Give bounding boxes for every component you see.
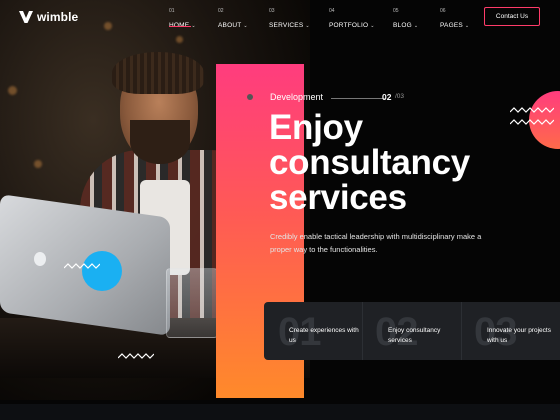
nav-item-label: BLOG [393, 22, 412, 29]
hero-description: Credibly enable tactical leadership with… [270, 232, 482, 254]
bokeh-light [34, 160, 42, 168]
feature-cards: 01 Create experiences with us 02 Enjoy c… [264, 302, 560, 360]
nav-item-number: 05 [393, 8, 399, 14]
slide-indicator: Development 02 /03 [270, 92, 410, 104]
glass [166, 268, 218, 338]
chevron-down-icon: ⌄ [305, 23, 310, 29]
chevron-down-icon: ⌄ [464, 23, 470, 29]
nav-item-number: 01 [169, 8, 175, 14]
nav-item-number: 03 [269, 8, 275, 14]
active-indicator [169, 26, 191, 27]
decor-zigzag [118, 353, 154, 359]
decor-zigzag [64, 263, 100, 269]
hero-section: wimble 01 HOME⌄ 02 ABOUT⌄ 03 SERVICES⌄ 0… [0, 0, 560, 420]
chevron-down-icon: ⌄ [413, 23, 419, 29]
headline-line: Enjoy [269, 108, 363, 147]
nav-item-number: 04 [329, 8, 335, 14]
feature-card[interactable]: 02 Enjoy consultancy services [363, 302, 461, 360]
nav-item-home[interactable]: 01 HOME⌄ [169, 8, 196, 32]
feature-text: Create experiences with us [289, 327, 359, 344]
footer-strip [0, 404, 560, 420]
headline-line: consultancy [269, 143, 470, 182]
slide-current-number: 02 [382, 92, 392, 102]
slide-category: Development [270, 92, 324, 102]
chevron-down-icon: ⌄ [243, 23, 248, 29]
feature-text: Enjoy consultancy services [388, 327, 441, 344]
main-nav: 01 HOME⌄ 02 ABOUT⌄ 03 SERVICES⌄ 04 PORTF… [0, 8, 560, 29]
feature-card[interactable]: 01 Create experiences with us [264, 302, 362, 360]
decor-dot [247, 94, 253, 100]
hero-headline: Enjoy consultancy services [269, 110, 539, 215]
nav-item-number: 02 [218, 8, 224, 14]
nav-item-label: ABOUT [218, 22, 242, 29]
nav-item-label: PORTFOLIO [329, 22, 369, 29]
nav-item-about[interactable]: 02 ABOUT ⌄ [218, 8, 248, 32]
laptop-logo-icon [34, 252, 46, 266]
contact-us-button[interactable]: Contact Us [484, 7, 540, 26]
headline-line: services [269, 178, 407, 217]
bokeh-light [176, 36, 183, 43]
slide-total-number: /03 [395, 93, 405, 100]
nav-item-label: PAGES [440, 22, 463, 29]
person-hair [112, 52, 204, 94]
nav-item-number: 06 [440, 8, 446, 14]
slide-divider [331, 98, 385, 99]
chevron-down-icon: ⌄ [370, 23, 375, 29]
bokeh-light [8, 86, 17, 95]
person-beard [130, 120, 190, 164]
chevron-down-icon: ⌄ [191, 23, 196, 29]
nav-item-label: SERVICES [269, 22, 304, 29]
feature-text: Innovate your projects with us [487, 327, 551, 344]
nav-item-portfolio[interactable]: 04 PORTFOLIO ⌄ [329, 8, 374, 32]
nav-item-blog[interactable]: 05 BLOG ⌄ [393, 8, 418, 32]
nav-item-services[interactable]: 03 SERVICES ⌄ [269, 8, 310, 32]
nav-item-pages[interactable]: 06 PAGES ⌄ [440, 8, 469, 32]
site-header: wimble 01 HOME⌄ 02 ABOUT⌄ 03 SERVICES⌄ 0… [0, 0, 560, 34]
feature-card[interactable]: 03 Innovate your projects with us [462, 302, 560, 360]
